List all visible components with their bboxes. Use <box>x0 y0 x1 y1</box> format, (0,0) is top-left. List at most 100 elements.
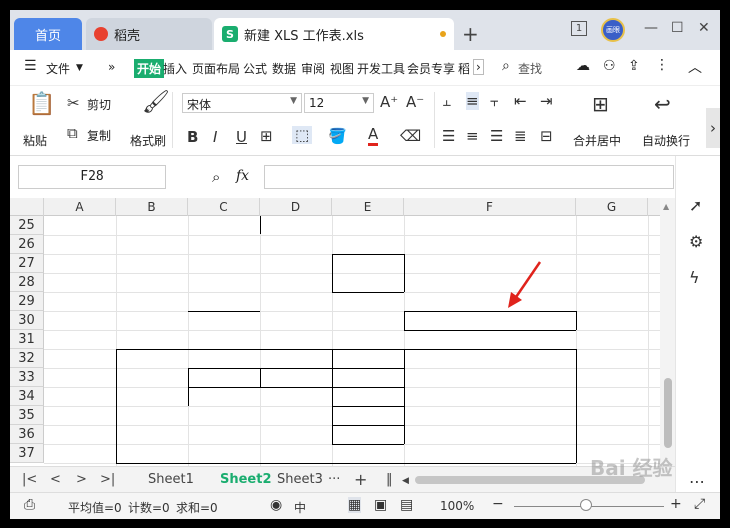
row-header[interactable]: 30 <box>10 311 44 330</box>
border-draw-icon[interactable]: ⬚ <box>292 126 313 144</box>
input-language[interactable]: 中 <box>294 499 306 516</box>
row-header[interactable]: 25 <box>10 216 44 235</box>
menu-view[interactable]: 视图 <box>330 60 354 77</box>
first-sheet-icon[interactable]: |< <box>22 472 37 487</box>
indent-increase-icon[interactable]: ⇥ <box>540 92 553 110</box>
merge-center-icon[interactable]: ⊞ <box>592 92 609 116</box>
menu-daoke[interactable]: 稻 <box>458 60 470 77</box>
vertical-scroll-thumb[interactable] <box>664 378 672 448</box>
formula-input[interactable] <box>264 165 674 189</box>
double-chevron-icon[interactable]: » <box>108 60 115 74</box>
fullscreen-icon[interactable]: ⤢ <box>694 496 705 512</box>
sheet-tab-1[interactable]: Sheet1 <box>148 472 194 487</box>
shape-tools-icon[interactable]: ⚙ <box>689 232 703 251</box>
menu-file[interactable]: 文件 <box>46 60 70 77</box>
copy-button[interactable]: 复制 <box>87 127 111 144</box>
row-header[interactable]: 27 <box>10 254 44 273</box>
column-header[interactable]: B <box>116 198 188 216</box>
avatar[interactable]: 画眼 <box>601 18 625 42</box>
align-top-icon[interactable]: ⫠ <box>442 92 451 110</box>
row-header[interactable]: 37 <box>10 444 44 463</box>
eraser-icon[interactable]: ⌫ <box>400 127 421 145</box>
row-header[interactable]: 34 <box>10 387 44 406</box>
font-color-button[interactable]: A <box>368 126 379 146</box>
paste-icon[interactable]: 📋 <box>28 92 55 117</box>
fill-color-icon[interactable]: 🪣 <box>328 127 347 145</box>
window-badge-icon[interactable]: 1 <box>571 21 587 36</box>
scissors-icon[interactable]: ✂ <box>67 94 80 112</box>
zoom-slider-thumb[interactable] <box>580 499 592 511</box>
align-bottom-icon[interactable]: ⫟ <box>490 92 499 110</box>
row-header[interactable]: 35 <box>10 406 44 425</box>
underline-button[interactable]: U <box>236 128 247 146</box>
zoom-level[interactable]: 100% <box>440 499 474 513</box>
vertical-scrollbar[interactable]: ▲ <box>660 198 675 466</box>
pointer-icon[interactable]: ➚ <box>689 196 702 215</box>
normal-view-icon[interactable]: ▦ <box>348 497 362 513</box>
row-header[interactable]: 31 <box>10 330 44 349</box>
font-name-select[interactable]: 宋体 ▼ <box>182 93 302 113</box>
zoom-in-button[interactable]: + <box>670 496 682 512</box>
tab-daoke[interactable]: 稻壳 <box>86 18 212 50</box>
format-painter-icon[interactable]: 🖌 <box>142 90 170 115</box>
add-sheet-button[interactable]: + <box>354 470 367 489</box>
search-icon[interactable]: ⌕ <box>502 58 510 74</box>
tab-document[interactable]: S 新建 XLS 工作表.xls <box>214 18 454 50</box>
macro-record-icon[interactable]: ⎙ <box>24 497 35 513</box>
eye-protection-icon[interactable]: ◉ <box>270 497 282 513</box>
align-middle-icon[interactable]: ≡ <box>466 92 479 110</box>
align-left-icon[interactable]: ☰ <box>442 127 455 145</box>
prev-sheet-icon[interactable]: < <box>50 472 61 487</box>
search-label[interactable]: 查找 <box>518 60 542 77</box>
bold-button[interactable]: B <box>187 128 198 146</box>
sheet-tab-2[interactable]: Sheet2 <box>220 472 272 487</box>
column-header[interactable]: E <box>332 198 404 216</box>
column-header[interactable]: D <box>260 198 332 216</box>
row-header[interactable]: 28 <box>10 273 44 292</box>
page-layout-view-icon[interactable]: ▣ <box>374 497 387 513</box>
row-header[interactable]: 33 <box>10 368 44 387</box>
align-center-icon[interactable]: ≡ <box>466 127 479 145</box>
next-sheet-icon[interactable]: > <box>76 472 87 487</box>
menu-data[interactable]: 数据 <box>272 60 296 77</box>
more-sheets-icon[interactable]: ··· <box>328 472 340 487</box>
chevron-down-icon[interactable]: ▼ <box>76 63 83 73</box>
menu-member[interactable]: 会员专享 <box>407 60 455 77</box>
row-header[interactable]: 26 <box>10 235 44 254</box>
page-break-view-icon[interactable]: ▤ <box>400 497 413 513</box>
column-header[interactable]: G <box>576 198 648 216</box>
minimize-button[interactable]: — <box>644 20 658 36</box>
menu-page-layout[interactable]: 页面布局 <box>192 60 240 77</box>
menu-home-ribbon[interactable]: 开始 <box>134 59 165 78</box>
merge-center-button[interactable]: 合并居中 <box>573 132 621 149</box>
column-header[interactable]: C <box>188 198 260 216</box>
row-header[interactable]: 32 <box>10 349 44 368</box>
share-icon[interactable]: ⇪ <box>628 58 640 74</box>
row-header[interactable]: 36 <box>10 425 44 444</box>
fx-button[interactable]: fx <box>236 168 249 184</box>
justify-icon[interactable]: ≣ <box>514 127 527 145</box>
cloud-sync-icon[interactable]: ☁ <box>576 58 590 74</box>
sheet-tab-3[interactable]: Sheet3 <box>277 472 323 487</box>
spreadsheet-grid[interactable]: A B C D E F G 25 26 27 28 29 30 31 32 33… <box>10 198 660 466</box>
cut-button[interactable]: 剪切 <box>87 96 111 113</box>
chevron-right-icon[interactable]: › <box>473 59 484 75</box>
column-header[interactable]: A <box>44 198 116 216</box>
more-tools-icon[interactable]: ⋯ <box>689 472 705 491</box>
indent-decrease-icon[interactable]: ⇤ <box>514 92 527 110</box>
row-header[interactable]: 29 <box>10 292 44 311</box>
select-all-corner[interactable] <box>10 198 44 216</box>
menu-insert[interactable]: 插入 <box>163 60 187 77</box>
split-handle-icon[interactable]: ‖ <box>386 472 393 487</box>
close-button[interactable]: ✕ <box>698 20 710 36</box>
menu-review[interactable]: 审阅 <box>301 60 325 77</box>
add-user-icon[interactable]: ⚇ <box>603 58 616 74</box>
copy-icon[interactable]: ⧉ <box>67 124 78 142</box>
lightning-icon[interactable]: ϟ <box>689 268 700 287</box>
zoom-out-button[interactable]: − <box>492 496 504 512</box>
paste-button[interactable]: 粘贴 <box>23 132 47 149</box>
tab-home[interactable]: 首页 <box>14 18 82 50</box>
menu-developer[interactable]: 开发工具 <box>357 60 405 77</box>
shrink-font-button[interactable]: A⁻ <box>406 93 424 111</box>
align-right-icon[interactable]: ☰ <box>490 127 503 145</box>
